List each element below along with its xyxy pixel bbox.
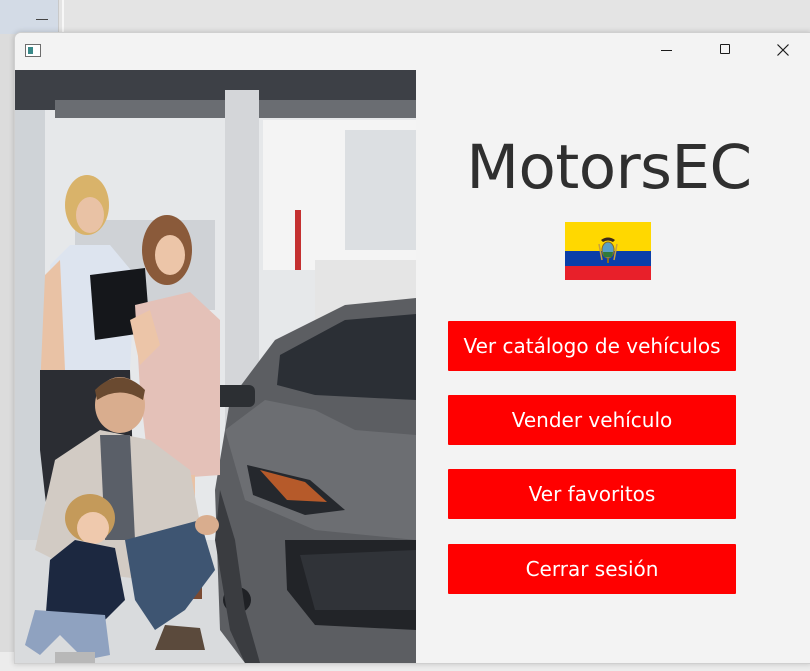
flag-red-band — [565, 266, 651, 280]
background-minimize-glyph — [36, 19, 48, 20]
close-button[interactable] — [760, 33, 806, 69]
background-window-strip — [0, 0, 810, 34]
background-divider — [62, 0, 64, 34]
logout-button[interactable]: Cerrar sesión — [448, 544, 736, 594]
main-menu-panel: MotorsEC Ver catálogo de vehículos Vende… — [416, 70, 810, 663]
app-window-icon — [25, 44, 41, 57]
dealership-photo-illustration — [15, 70, 416, 663]
background-window-tab — [0, 0, 59, 34]
minimize-icon — [661, 50, 672, 51]
content-area: MotorsEC Ver catálogo de vehículos Vende… — [15, 70, 810, 663]
view-favorites-button[interactable]: Ver favoritos — [448, 469, 736, 519]
view-catalog-button[interactable]: Ver catálogo de vehículos — [448, 321, 736, 371]
maximize-button[interactable] — [702, 33, 748, 69]
app-title: MotorsEC — [466, 132, 752, 203]
minimize-button[interactable] — [644, 33, 690, 69]
main-window: MotorsEC Ver catálogo de vehículos Vende… — [14, 32, 810, 664]
close-icon — [777, 44, 789, 56]
coat-of-arms-icon — [598, 237, 618, 263]
ecuador-flag-icon — [565, 222, 651, 280]
title-bar[interactable] — [15, 33, 810, 70]
maximize-icon — [720, 44, 730, 54]
hero-photo — [15, 70, 416, 663]
sell-vehicle-button[interactable]: Vender vehículo — [448, 395, 736, 445]
